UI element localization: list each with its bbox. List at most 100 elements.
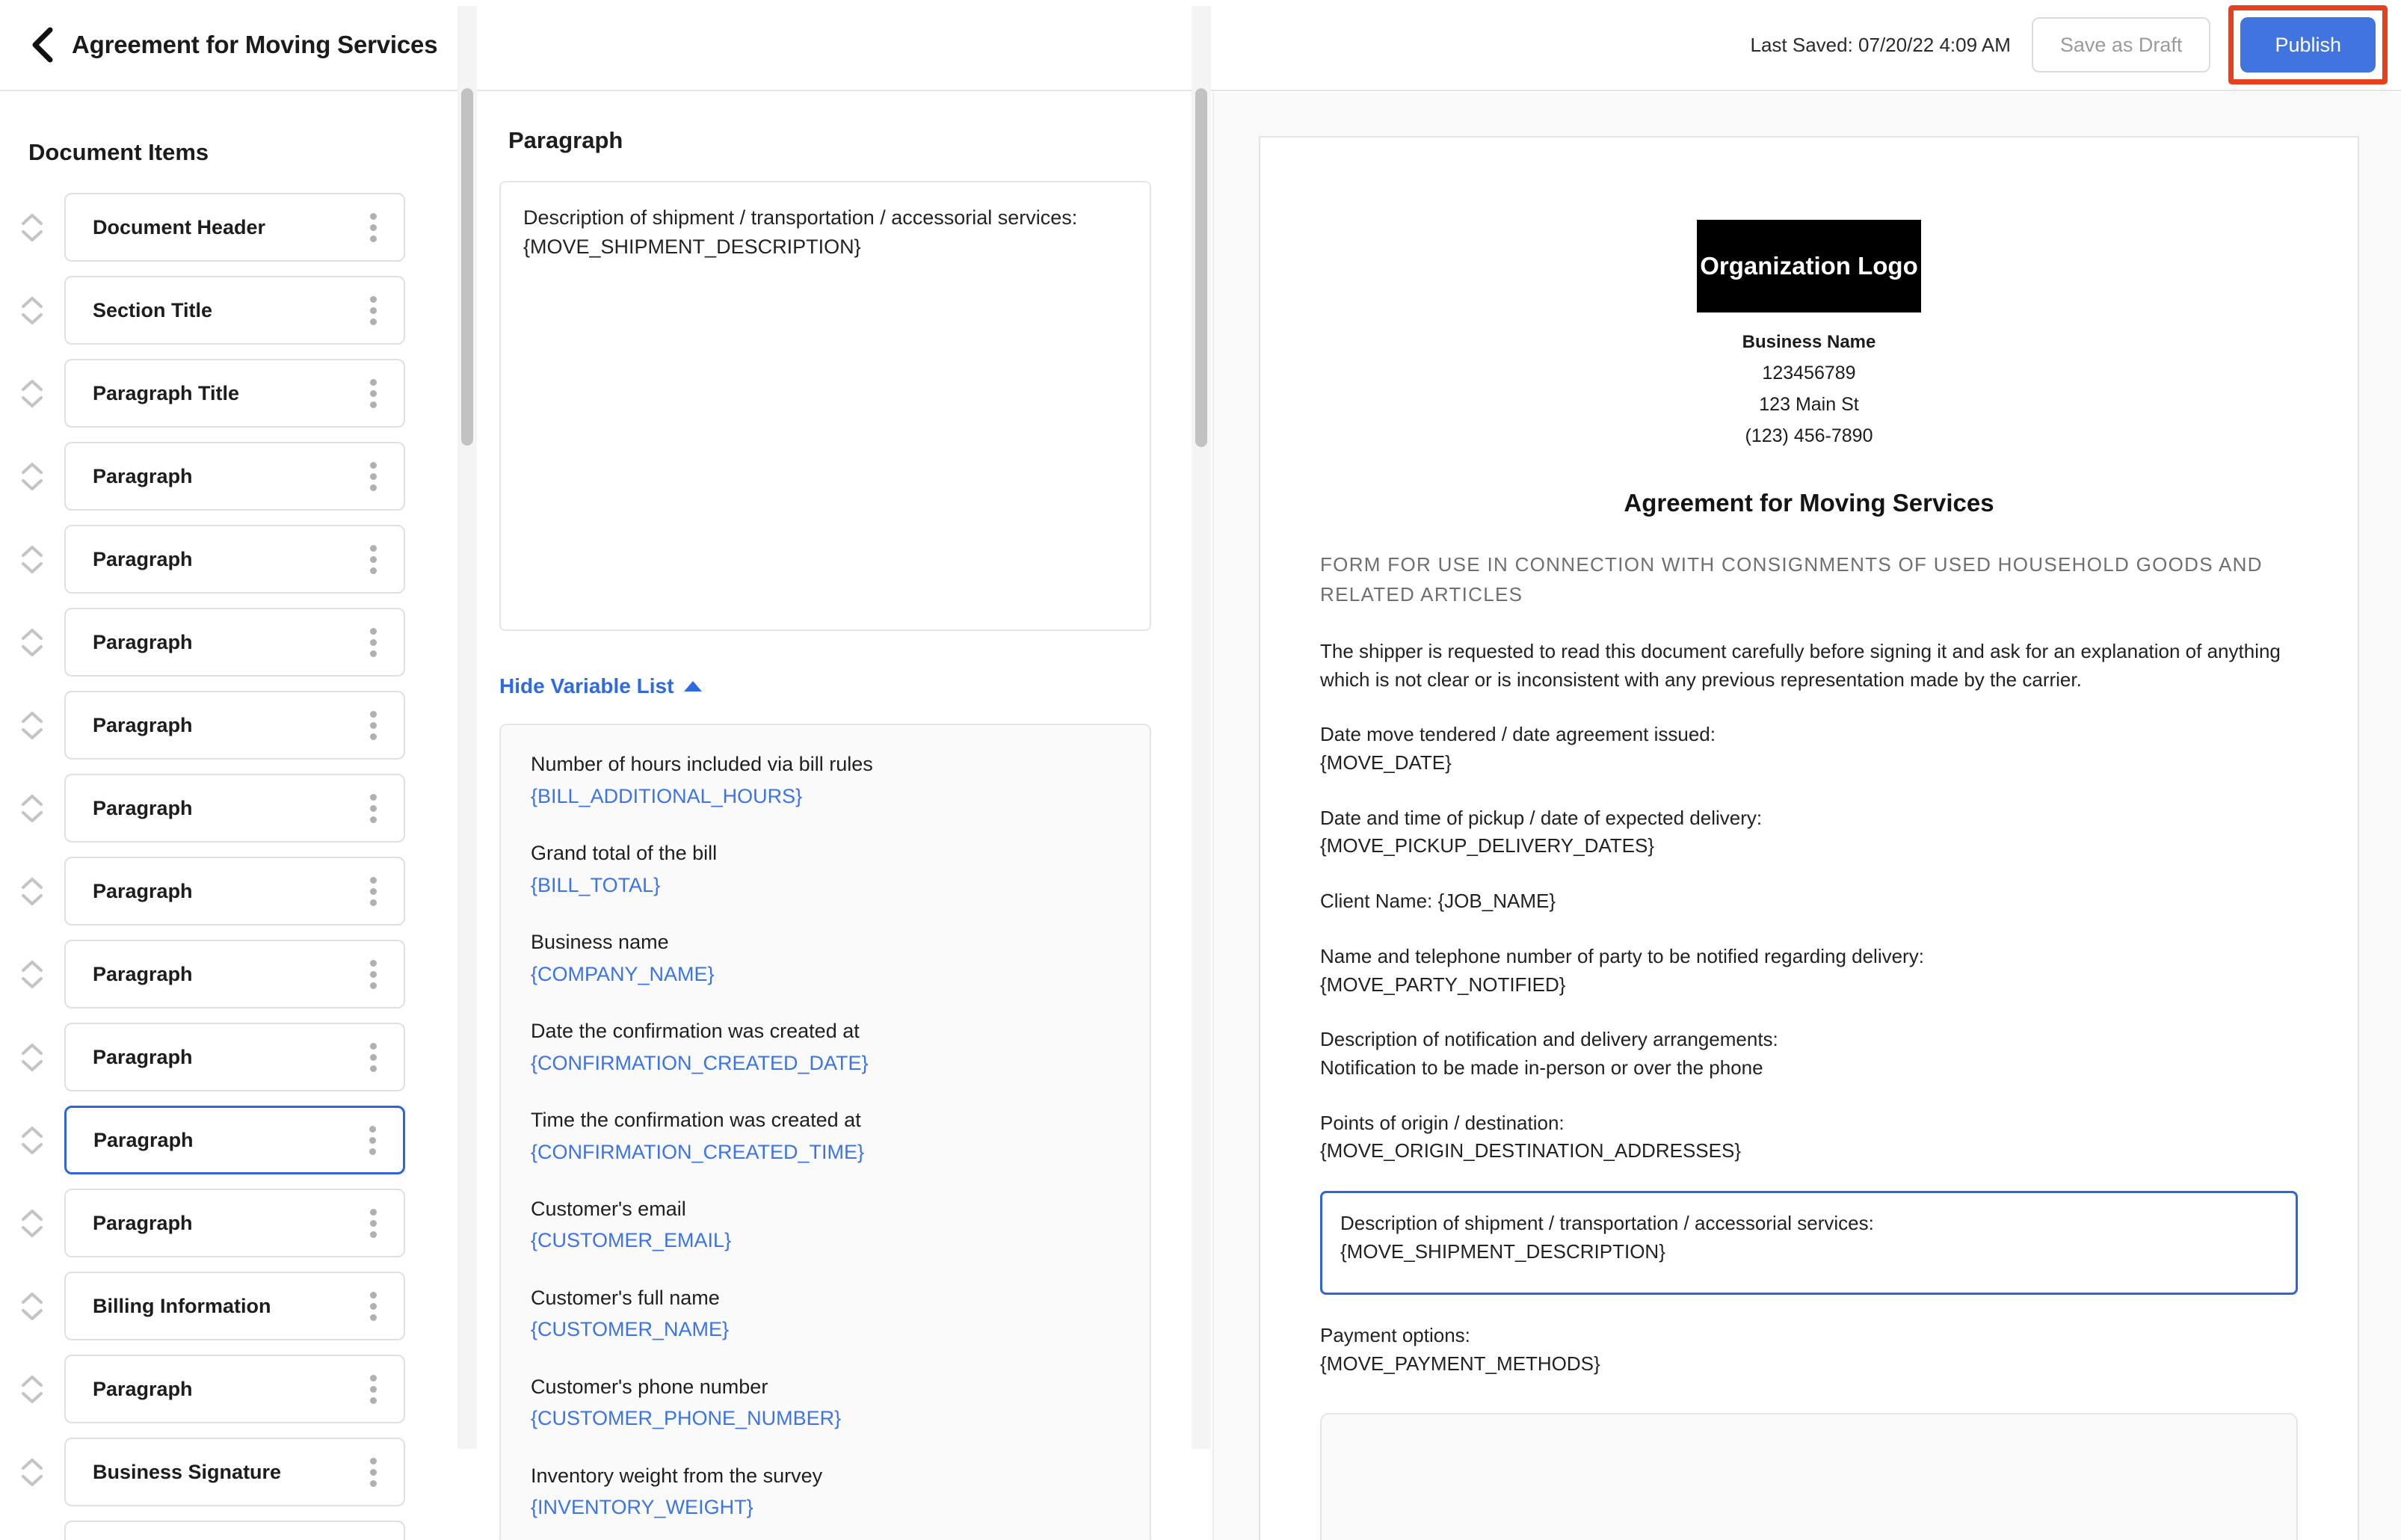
reorder-controls[interactable] [0,1043,64,1072]
sidebar-item-paragraph[interactable]: Paragraph [64,525,405,594]
publish-button[interactable]: Publish [2240,17,2376,73]
reorder-controls[interactable] [0,379,64,408]
sidebar-item-paragraph[interactable]: Paragraph [64,442,405,511]
reorder-controls[interactable] [0,296,64,325]
sidebar-item-paragraph[interactable]: Paragraph [64,1355,405,1423]
reorder-controls[interactable] [0,545,64,574]
chevron-down-icon[interactable] [21,1142,43,1155]
chevron-up-icon[interactable] [21,462,43,475]
drag-handle-icon[interactable] [362,1374,384,1404]
variable-token[interactable]: {CUSTOMER_PHONE_NUMBER} [531,1404,1120,1433]
drag-handle-icon[interactable] [362,1042,384,1072]
reorder-controls[interactable] [0,794,64,823]
paragraph-content-input[interactable]: Description of shipment / transportation… [499,181,1151,631]
variable-token[interactable]: {BILL_ADDITIONAL_HOURS} [531,782,1120,811]
sidebar-item-billing-information[interactable]: Billing Information [64,1272,405,1340]
sidebar-item-paragraph[interactable]: Paragraph [64,608,405,677]
chevron-up-icon[interactable] [21,711,43,724]
reorder-controls[interactable] [0,1126,64,1155]
sidebar-item-paragraph[interactable]: Paragraph [64,1106,405,1174]
chevron-down-icon[interactable] [21,395,43,408]
chevron-up-icon[interactable] [21,379,43,392]
chevron-up-icon[interactable] [21,296,43,309]
reorder-controls[interactable] [0,960,64,989]
drag-handle-icon[interactable] [362,378,384,408]
chevron-up-icon[interactable] [21,1375,43,1387]
chevron-up-icon[interactable] [21,213,43,226]
variable-token[interactable]: {CUSTOMER_NAME} [531,1315,1120,1344]
reorder-controls[interactable] [0,877,64,906]
drag-handle-icon[interactable] [362,461,384,491]
drag-handle-icon[interactable] [362,212,384,242]
reorder-controls[interactable] [0,711,64,740]
sidebar-item-paragraph-title[interactable]: Paragraph Title [64,1521,405,1540]
chevron-down-icon[interactable] [21,810,43,823]
chevron-down-icon[interactable] [21,1391,43,1404]
chevron-up-icon[interactable] [21,1458,43,1470]
sidebar-item-paragraph[interactable]: Paragraph [64,774,405,843]
editor-scrollbar-thumb[interactable] [1195,88,1207,447]
chevron-down-icon[interactable] [21,1474,43,1487]
chevron-down-icon[interactable] [21,727,43,740]
chevron-down-icon[interactable] [21,644,43,657]
chevron-up-icon[interactable] [21,1126,43,1139]
toggle-variable-list-link[interactable]: Hide Variable List [499,674,703,698]
chevron-up-icon[interactable] [21,794,43,807]
drag-handle-icon[interactable] [362,1208,384,1238]
back-button[interactable] [22,25,61,64]
sidebar-scrollbar-thumb[interactable] [461,88,473,446]
chevron-down-icon[interactable] [21,1225,43,1238]
drag-handle-icon[interactable] [362,544,384,574]
chevron-up-icon[interactable] [21,960,43,973]
drag-handle-icon[interactable] [362,627,384,657]
drag-handle-icon[interactable] [362,710,384,740]
chevron-down-icon[interactable] [21,976,43,989]
save-as-draft-button[interactable]: Save as Draft [2031,17,2211,73]
drag-handle-icon[interactable] [362,793,384,823]
variable-token[interactable]: {CUSTOMER_EMAIL} [531,1226,1120,1255]
reorder-controls[interactable] [0,1458,64,1487]
reorder-controls[interactable] [0,1292,64,1321]
sidebar-item-paragraph[interactable]: Paragraph [64,1023,405,1091]
chevron-down-icon[interactable] [21,312,43,325]
variable-token[interactable]: {CONFIRMATION_CREATED_DATE} [531,1049,1120,1078]
chevron-down-icon[interactable] [21,893,43,906]
chevron-up-icon[interactable] [21,545,43,558]
chevron-down-icon[interactable] [21,1308,43,1321]
sidebar-item-paragraph[interactable]: Paragraph [64,857,405,925]
reorder-controls[interactable] [0,628,64,657]
chevron-up-icon[interactable] [21,877,43,890]
chevron-down-icon[interactable] [21,561,43,574]
drag-handle-icon[interactable] [362,876,384,906]
sidebar-item-paragraph-title[interactable]: Paragraph Title [64,359,405,428]
drag-handle-icon[interactable] [362,1457,384,1487]
drag-handle-icon[interactable] [362,295,384,325]
sidebar-item-document-header[interactable]: Document Header [64,193,405,262]
chevron-down-icon[interactable] [21,1059,43,1072]
reorder-controls[interactable] [0,1375,64,1404]
variable-token[interactable]: {CONFIRMATION_CREATED_TIME} [531,1138,1120,1167]
selected-shipment-description-paragraph[interactable]: Description of shipment / transportation… [1320,1190,2298,1296]
chevron-up-icon[interactable] [21,628,43,641]
drag-handle-icon[interactable] [362,1291,384,1321]
chevron-up-icon[interactable] [21,1292,43,1305]
document-section-title: Agreement for Moving Services [1624,489,1994,517]
sidebar-item-paragraph[interactable]: Paragraph [64,691,405,760]
variable-token[interactable]: {INVENTORY_WEIGHT} [531,1493,1120,1522]
variable-token[interactable]: {BILL_TOTAL} [531,871,1120,900]
chevron-down-icon[interactable] [21,478,43,491]
sidebar-item-paragraph[interactable]: Paragraph [64,1189,405,1257]
document-item-row: Paragraph [0,442,457,511]
drag-handle-icon[interactable] [362,959,384,989]
sidebar-item-section-title[interactable]: Section Title [64,276,405,345]
drag-handle-icon[interactable] [361,1125,383,1155]
reorder-controls[interactable] [0,462,64,491]
variable-token[interactable]: {COMPANY_NAME} [531,960,1120,989]
reorder-controls[interactable] [0,1209,64,1238]
chevron-up-icon[interactable] [21,1209,43,1222]
sidebar-item-business-signature[interactable]: Business Signature [64,1438,405,1506]
sidebar-item-paragraph[interactable]: Paragraph [64,940,405,1008]
chevron-down-icon[interactable] [21,230,43,242]
chevron-up-icon[interactable] [21,1043,43,1056]
reorder-controls[interactable] [0,213,64,242]
